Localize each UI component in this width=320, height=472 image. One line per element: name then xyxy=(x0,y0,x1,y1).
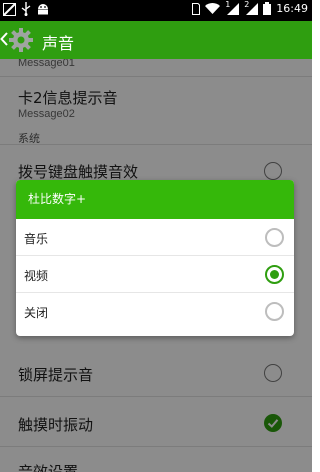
battery-icon xyxy=(263,2,272,15)
sim1-signal-icon: 1 xyxy=(225,0,240,15)
radio-button-unselected[interactable] xyxy=(265,228,284,247)
sim2-signal-icon: 2 xyxy=(244,0,259,15)
android-icon xyxy=(36,2,50,16)
dolby-digital-plus-dialog: 杜比数字+ 音乐 视频 关闭 xyxy=(16,180,294,336)
option-label: 音乐 xyxy=(24,232,49,246)
option-label: 关闭 xyxy=(24,306,49,320)
notification-image-icon xyxy=(3,2,16,16)
radio-button-unselected[interactable] xyxy=(265,302,284,321)
back-chevron-icon[interactable] xyxy=(0,31,8,50)
option-video[interactable]: 视频 xyxy=(16,256,294,293)
clock: 16:49 xyxy=(276,2,308,15)
radio-button-selected[interactable] xyxy=(265,265,284,284)
wifi-icon xyxy=(205,2,221,15)
dialog-title: 杜比数字+ xyxy=(16,180,294,219)
option-off[interactable]: 关闭 xyxy=(16,293,294,330)
gear-icon[interactable] xyxy=(8,27,34,57)
status-bar: 1 2 16:49 xyxy=(0,0,312,21)
sim-card-icon xyxy=(192,2,201,15)
option-music[interactable]: 音乐 xyxy=(16,219,294,256)
page-title: 声音 xyxy=(42,34,75,53)
option-label: 视频 xyxy=(24,269,49,283)
action-bar: 声音 xyxy=(0,21,312,59)
usb-icon xyxy=(21,2,31,16)
